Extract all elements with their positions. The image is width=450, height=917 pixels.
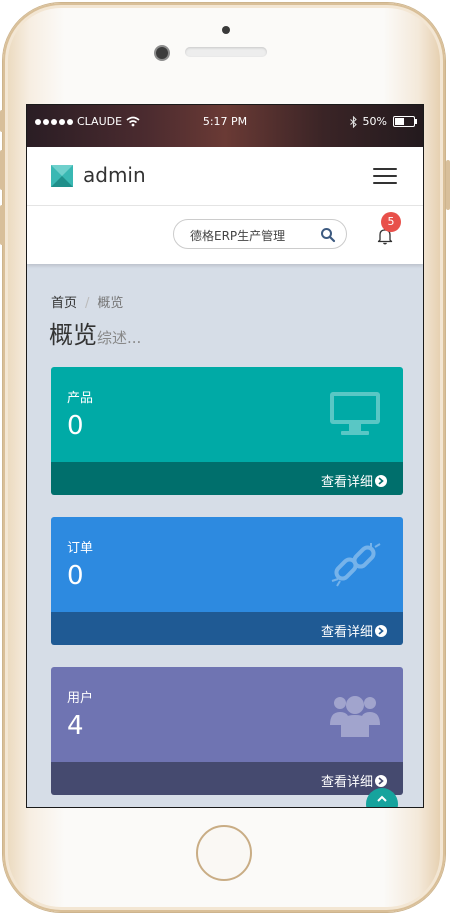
phone-screen: CLAUDE 5:17 PM 50% admin 德格ERP生产管理 5 首页 … <box>26 104 424 808</box>
broken-link-icon <box>331 543 381 587</box>
page-title-text: 概览 <box>49 321 97 349</box>
arrow-circle-right-icon <box>375 624 387 637</box>
brand-name[interactable]: admin <box>83 163 146 187</box>
side-button <box>0 110 4 132</box>
card-body: 用户 4 <box>51 667 403 762</box>
arrow-circle-right-icon <box>375 774 387 787</box>
menu-toggle-icon[interactable] <box>373 168 397 184</box>
scroll-to-top-button[interactable] <box>366 788 398 807</box>
toolbar: 德格ERP生产管理 5 <box>27 206 423 264</box>
battery-fill <box>395 118 404 125</box>
users-icon <box>330 696 380 737</box>
notification-badge[interactable]: 5 <box>381 212 401 232</box>
status-bar: CLAUDE 5:17 PM 50% <box>27 105 423 147</box>
breadcrumb-separator: / <box>85 296 90 311</box>
card-footer[interactable]: 查看详细 <box>51 762 403 795</box>
breadcrumb-home[interactable]: 首页 <box>51 296 77 311</box>
card-count: 4 <box>67 711 84 741</box>
card-label: 产品 <box>67 391 94 406</box>
status-right: 50% <box>349 115 417 128</box>
side-button <box>0 205 4 245</box>
battery-percent: 50% <box>362 115 387 128</box>
page-subtitle: 综述... <box>97 329 142 347</box>
side-button <box>0 150 4 190</box>
front-camera-icon <box>156 47 168 59</box>
speaker-grille <box>185 47 267 57</box>
battery-icon <box>393 116 417 127</box>
view-details-label[interactable]: 查看详细 <box>321 471 373 490</box>
card-body: 订单 0 <box>51 517 403 612</box>
card-count: 0 <box>67 561 84 591</box>
stat-card-products: 产品 0 查看详细 <box>51 367 403 495</box>
stat-card-users: 用户 4 查看详细 <box>51 667 403 795</box>
search-box[interactable]: 德格ERP生产管理 <box>173 219 347 249</box>
stat-card-orders: 订单 0 查看详细 <box>51 517 403 645</box>
chevron-up-icon <box>377 795 387 802</box>
bluetooth-icon <box>349 115 357 128</box>
card-label: 用户 <box>67 691 94 706</box>
card-count: 0 <box>67 411 84 441</box>
home-button[interactable] <box>196 825 252 881</box>
card-body: 产品 0 <box>51 367 403 462</box>
card-label: 订单 <box>67 541 94 556</box>
side-button <box>446 160 450 210</box>
breadcrumb-current: 概览 <box>97 296 124 311</box>
view-details-link[interactable]: 查看详细 <box>321 621 387 640</box>
top-navbar: admin <box>27 147 423 206</box>
card-footer[interactable]: 查看详细 <box>51 462 403 495</box>
view-details-link[interactable]: 查看详细 <box>321 471 387 490</box>
breadcrumb: 首页 / 概览 <box>51 292 123 311</box>
search-icon[interactable] <box>320 227 336 243</box>
monitor-icon <box>330 392 380 435</box>
search-input[interactable]: 德格ERP生产管理 <box>190 227 285 244</box>
card-footer[interactable]: 查看详细 <box>51 612 403 645</box>
logo-icon <box>51 165 73 187</box>
camera-dot <box>222 26 230 34</box>
view-details-label[interactable]: 查看详细 <box>321 621 373 640</box>
arrow-circle-right-icon <box>375 474 387 487</box>
page-title: 概览综述... <box>49 315 141 350</box>
